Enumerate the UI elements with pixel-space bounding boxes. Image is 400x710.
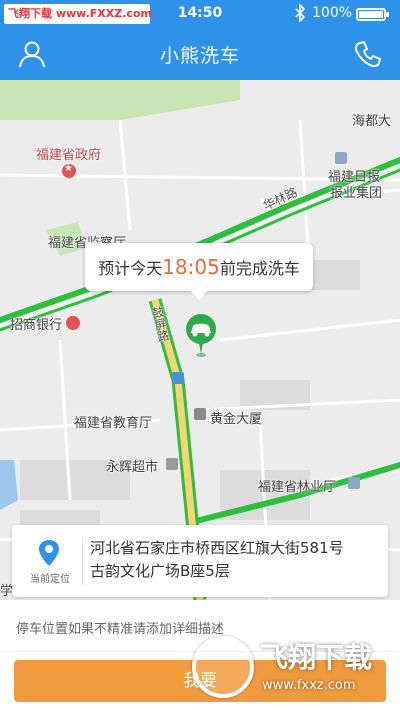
building-poi-icon — [194, 408, 206, 420]
map-label-newspaper-group: 报业集团 — [330, 186, 383, 201]
current-location-label: 当前定位 — [30, 574, 70, 585]
map-label-huangjin: 黄金大厦 — [210, 412, 263, 427]
map-view[interactable]: 海都大 福建省政府 福建日报 报业集团 华林路 福建省监察厅 招商银行 鼓屏路 … — [0, 80, 400, 600]
map-label-cmb: 招商银行 — [10, 318, 63, 333]
bluetooth-icon — [295, 4, 306, 22]
address-line-2: 古韵文化广场B座5层 — [90, 562, 230, 580]
address-line-1: 河北省石家庄市桥西区红旗大街581号 — [90, 539, 344, 557]
eta-suffix: 前完成洗车 — [219, 259, 300, 278]
watermark-brand: 飞翔下载 — [260, 641, 373, 674]
map-label-province-gov: 福建省政府 — [36, 148, 102, 163]
map-label-yonghui: 永辉超市 — [106, 460, 159, 475]
battery-percent: 100% — [312, 5, 353, 21]
current-location-card[interactable]: 当前定位 河北省石家庄市桥西区红旗大街581号 古韵文化广场B座5层 — [12, 525, 388, 597]
gov-poi-icon — [62, 163, 76, 178]
building-poi-icon — [335, 152, 347, 164]
watermark-logo: 飞翔下载 www.fxxz.com — [192, 632, 392, 706]
bank-poi-icon — [66, 316, 80, 330]
phone-icon[interactable] — [352, 38, 384, 70]
watermark-site: www.fxxz.com — [262, 678, 356, 693]
map-label-education-dept: 福建省教育厅 — [74, 416, 153, 431]
building-poi-icon — [348, 477, 360, 489]
eta-time: 18:05 — [162, 255, 220, 279]
battery-icon — [356, 8, 389, 21]
car-location-pin-icon[interactable] — [181, 312, 221, 358]
eta-bubble: 预计今天18:05前完成洗车 — [85, 243, 313, 300]
location-pin-icon — [39, 540, 59, 566]
page-title: 小熊洗车 — [159, 45, 240, 67]
app-header: 小熊洗车 — [0, 28, 400, 80]
bus-stop-icon — [172, 372, 184, 384]
map-label-haidu: 海都大 — [352, 114, 392, 129]
shop-poi-icon — [166, 458, 178, 470]
map-label-forestry: 福建省林业厅 — [258, 480, 337, 495]
eta-prefix: 预计今天 — [98, 259, 163, 278]
card-divider — [82, 537, 83, 585]
status-bar: 飞翔下载 www.FXXZ.com 14:50 100% — [0, 0, 400, 28]
watermark-circle-icon — [192, 636, 254, 698]
address-text: 河北省石家庄市桥西区红旗大街581号 古韵文化广场B座5层 — [90, 537, 380, 583]
